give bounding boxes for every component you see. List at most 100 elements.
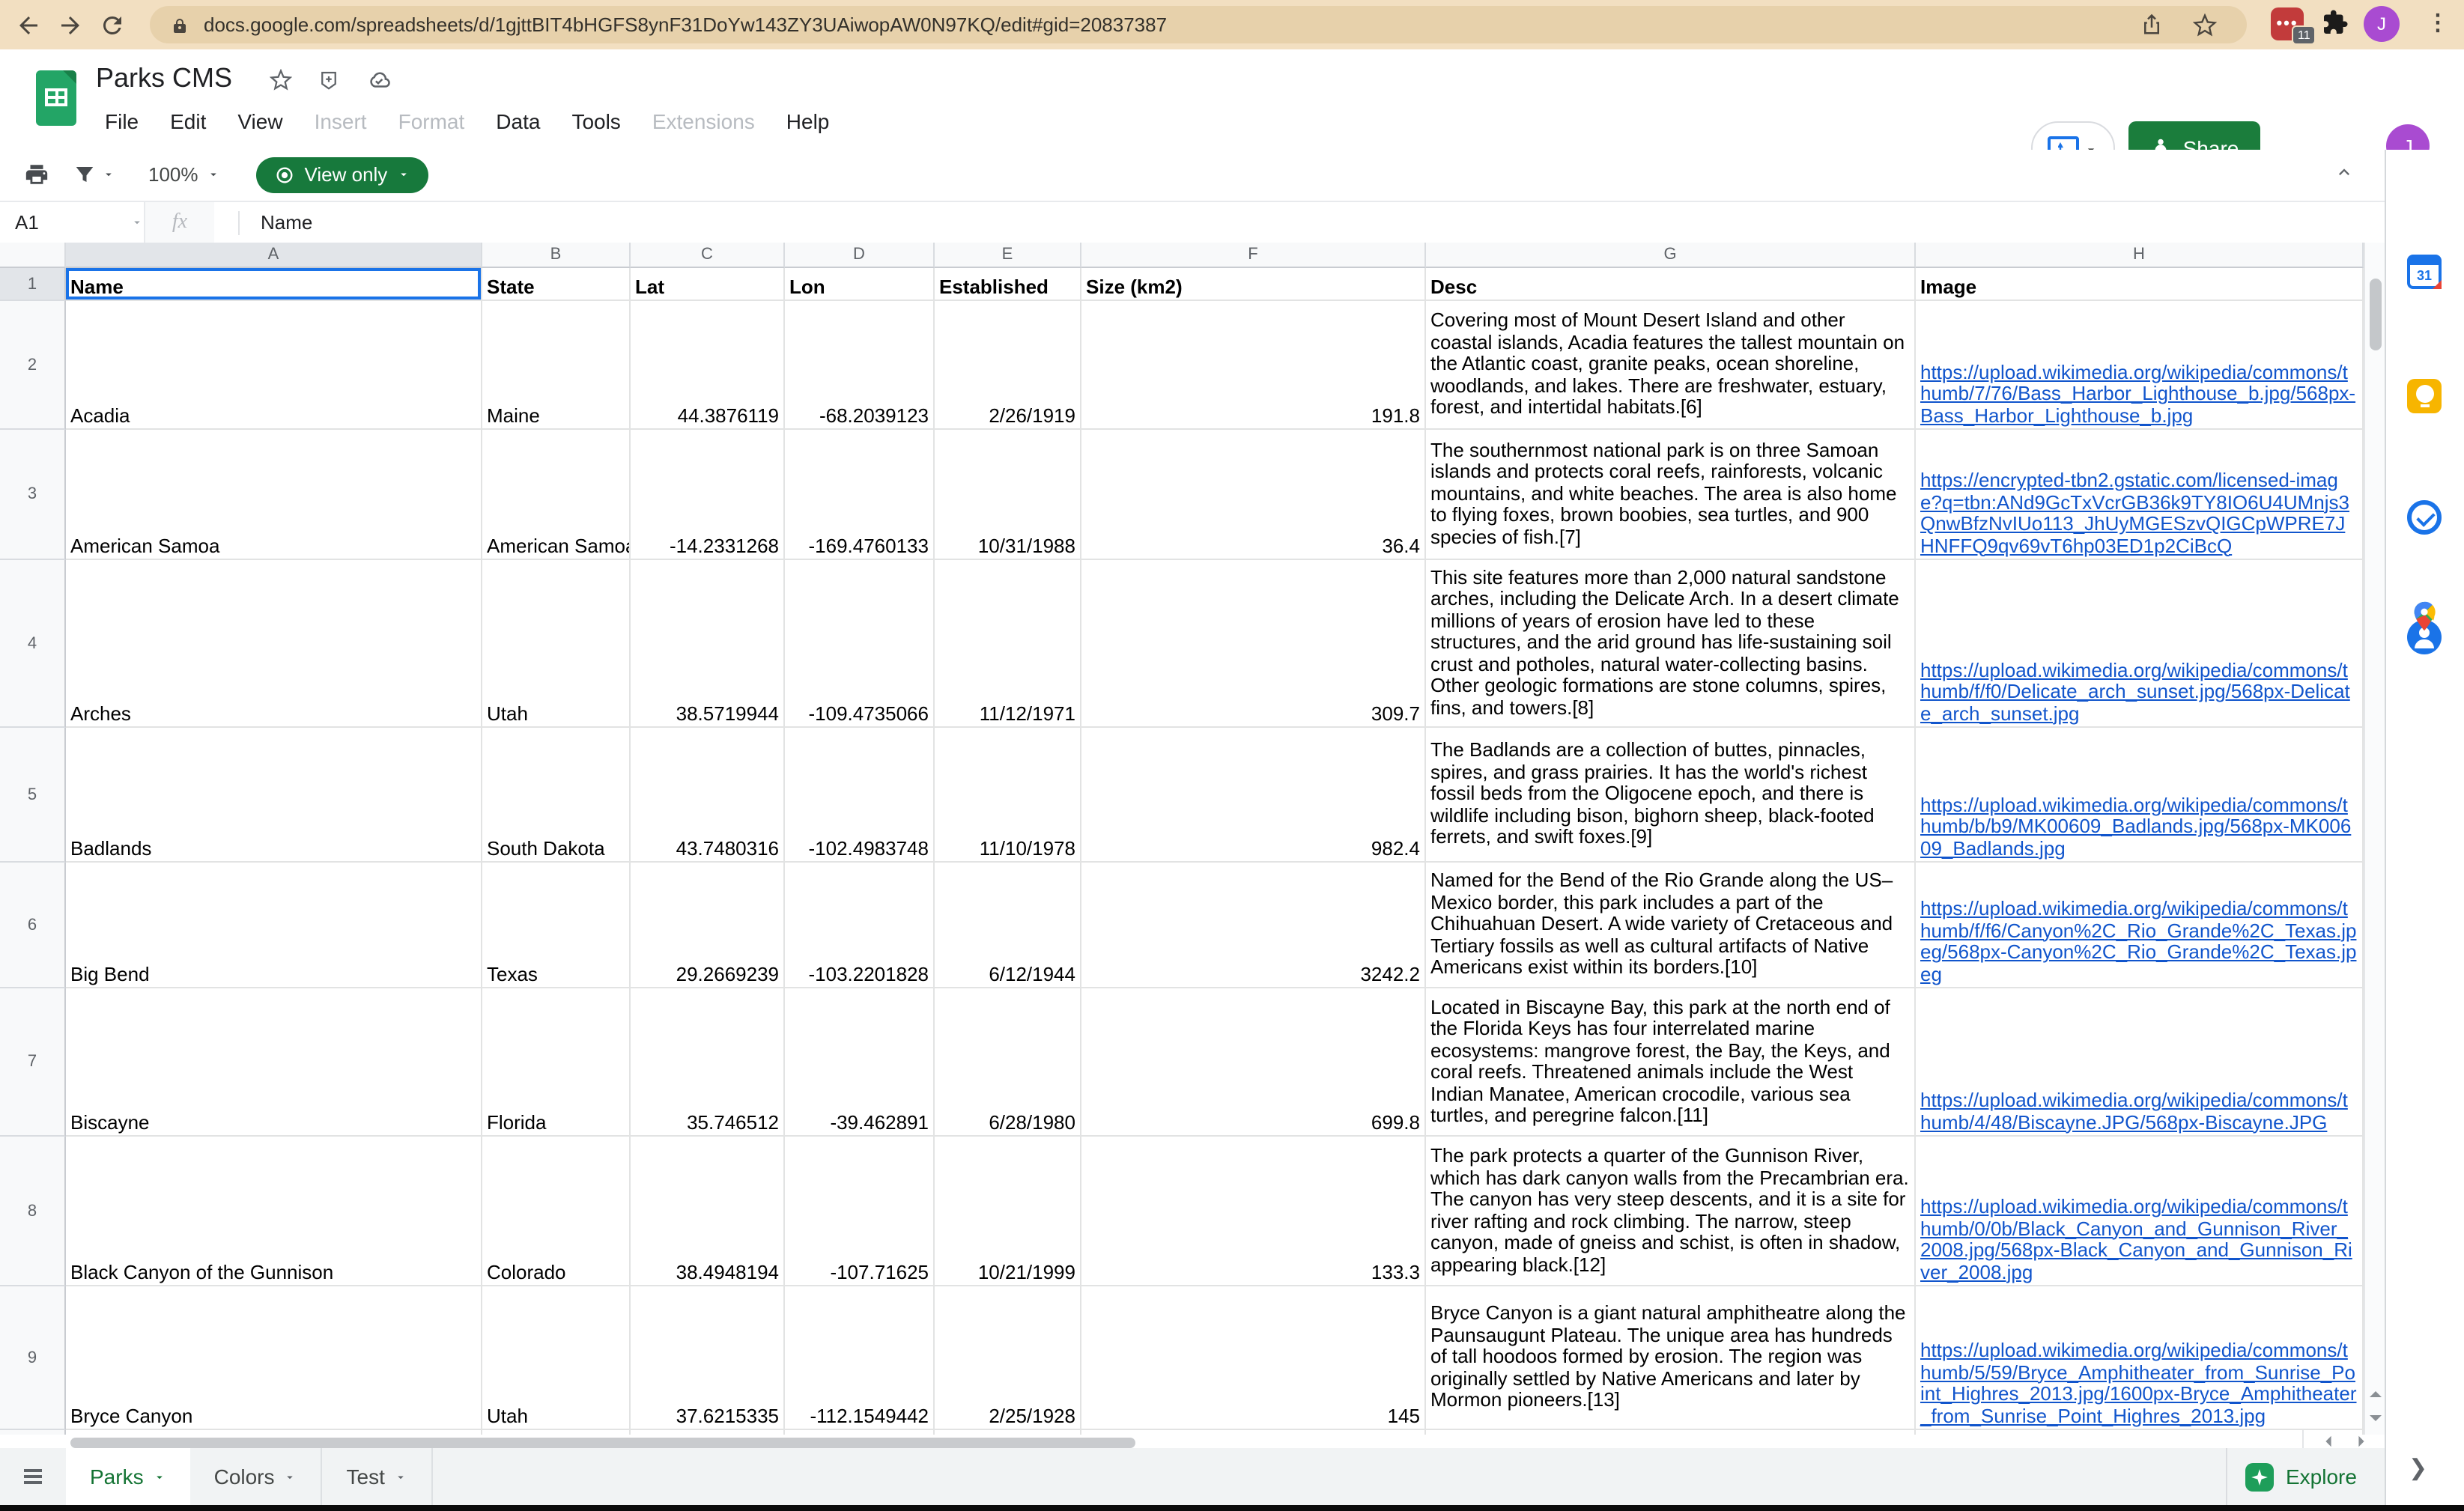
name-box[interactable]: A1 <box>0 211 144 234</box>
horizontal-scrollbar-thumb[interactable] <box>70 1437 1135 1447</box>
cell-H1[interactable]: Image <box>1916 268 2364 301</box>
scroll-right-icon[interactable] <box>2354 1434 2367 1447</box>
column-header-F[interactable]: F <box>1081 243 1426 268</box>
column-header-B[interactable]: B <box>482 243 631 268</box>
row-header-5[interactable]: 5 <box>0 728 66 863</box>
cell-D9[interactable]: -112.1549442 <box>785 1286 935 1430</box>
cell-B2[interactable]: Maine <box>482 301 631 430</box>
cell-G7[interactable]: Located in Biscayne Bay, this park at th… <box>1426 988 1916 1137</box>
cell-H5[interactable]: https://upload.wikimedia.org/wikipedia/c… <box>1916 728 2364 863</box>
cell-D4[interactable]: -109.4735066 <box>785 560 935 728</box>
cell-E5[interactable]: 11/10/1978 <box>935 728 1081 863</box>
panel-expand-icon[interactable]: ❯ <box>2409 1454 2427 1481</box>
cell-H4[interactable]: https://upload.wikimedia.org/wikipedia/c… <box>1916 560 2364 728</box>
cell-A6[interactable]: Big Bend <box>66 863 482 988</box>
cell-G3[interactable]: The southernmost national park is on thr… <box>1426 430 1916 560</box>
cell-B3[interactable]: American Samoa <box>482 430 631 560</box>
cell-B1[interactable]: State <box>482 268 631 301</box>
column-header-G[interactable]: G <box>1426 243 1916 268</box>
cell-A2[interactable]: Acadia <box>66 301 482 430</box>
scroll-down-icon[interactable] <box>2368 1411 2383 1426</box>
menu-edit[interactable]: Edit <box>158 105 218 138</box>
column-header-A[interactable]: A <box>66 243 482 268</box>
cell-H2[interactable]: https://upload.wikimedia.org/wikipedia/c… <box>1916 301 2364 430</box>
menu-file[interactable]: File <box>93 105 151 138</box>
cell-B7[interactable]: Florida <box>482 988 631 1137</box>
select-all-corner[interactable] <box>0 243 66 268</box>
cell-D3[interactable]: -169.4760133 <box>785 430 935 560</box>
image-link[interactable]: https://upload.wikimedia.org/wikipedia/c… <box>1920 794 2358 860</box>
reload-icon[interactable] <box>99 11 126 38</box>
cell-A5[interactable]: Badlands <box>66 728 482 863</box>
cell-G5[interactable]: The Badlands are a collection of buttes,… <box>1426 728 1916 863</box>
keep-icon[interactable] <box>2407 379 2442 413</box>
menu-tools[interactable]: Tools <box>559 105 632 138</box>
filter-chevron-icon[interactable] <box>102 168 115 181</box>
tab-colors[interactable]: Colors <box>190 1448 323 1505</box>
cell-C3[interactable]: -14.2331268 <box>631 430 785 560</box>
url-bar[interactable]: docs.google.com/spreadsheets/d/1gjttBIT4… <box>150 6 2247 43</box>
view-only-button[interactable]: View only <box>257 156 428 192</box>
drive-shortcut-icon[interactable] <box>318 69 340 91</box>
cell-G1[interactable]: Desc <box>1426 268 1916 301</box>
cell-C5[interactable]: 43.7480316 <box>631 728 785 863</box>
cell-B4[interactable]: Utah <box>482 560 631 728</box>
filter-icon[interactable] <box>73 163 96 186</box>
browser-avatar[interactable]: J <box>2364 6 2400 42</box>
cell-F2[interactable]: 191.8 <box>1081 301 1426 430</box>
star-document-icon[interactable] <box>270 69 292 91</box>
cloud-saved-icon[interactable] <box>365 69 388 91</box>
image-link[interactable]: https://upload.wikimedia.org/wikipedia/c… <box>1920 899 2358 985</box>
cell-B9[interactable]: Utah <box>482 1286 631 1430</box>
cell-H3[interactable]: https://encrypted-tbn2.gstatic.com/licen… <box>1916 430 2364 560</box>
cell-A7[interactable]: Biscayne <box>66 988 482 1137</box>
cell-A9[interactable]: Bryce Canyon <box>66 1286 482 1430</box>
cell-H9[interactable]: https://upload.wikimedia.org/wikipedia/c… <box>1916 1286 2364 1430</box>
cell-D6[interactable]: -103.2201828 <box>785 863 935 988</box>
row-header-2[interactable]: 2 <box>0 301 66 430</box>
cell-D8[interactable]: -107.71625 <box>785 1137 935 1286</box>
print-icon[interactable] <box>24 162 49 187</box>
menu-help[interactable]: Help <box>774 105 842 138</box>
cell-D5[interactable]: -102.4983748 <box>785 728 935 863</box>
vertical-scrollbar-thumb[interactable] <box>2370 279 2382 350</box>
cell-E6[interactable]: 6/12/1944 <box>935 863 1081 988</box>
page-share-icon[interactable] <box>2140 6 2163 43</box>
cell-A1[interactable]: Name <box>66 268 482 301</box>
cell-H8[interactable]: https://upload.wikimedia.org/wikipedia/c… <box>1916 1137 2364 1286</box>
cell-A8[interactable]: Black Canyon of the Gunnison <box>66 1137 482 1286</box>
cell-C4[interactable]: 38.5719944 <box>631 560 785 728</box>
cell-F3[interactable]: 36.4 <box>1081 430 1426 560</box>
row-header-3[interactable]: 3 <box>0 430 66 560</box>
sheets-logo-icon[interactable] <box>36 70 76 126</box>
cell-A4[interactable]: Arches <box>66 560 482 728</box>
cell-D1[interactable]: Lon <box>785 268 935 301</box>
cell-E2[interactable]: 2/26/1919 <box>935 301 1081 430</box>
menu-view[interactable]: View <box>225 105 294 138</box>
cell-C6[interactable]: 29.2669239 <box>631 863 785 988</box>
image-link[interactable]: https://upload.wikimedia.org/wikipedia/c… <box>1920 1197 2358 1283</box>
back-icon[interactable] <box>15 11 42 38</box>
cell-C8[interactable]: 38.4948194 <box>631 1137 785 1286</box>
cell-C9[interactable]: 37.6215335 <box>631 1286 785 1430</box>
menu-data[interactable]: Data <box>484 105 552 138</box>
image-link[interactable]: https://upload.wikimedia.org/wikipedia/c… <box>1920 362 2358 427</box>
tab-test[interactable]: Test <box>323 1448 433 1505</box>
cell-F6[interactable]: 3242.2 <box>1081 863 1426 988</box>
cell-G2[interactable]: Covering most of Mount Desert Island and… <box>1426 301 1916 430</box>
image-link[interactable]: https://upload.wikimedia.org/wikipedia/c… <box>1920 1340 2358 1427</box>
row-header-7[interactable]: 7 <box>0 988 66 1137</box>
cell-H7[interactable]: https://upload.wikimedia.org/wikipedia/c… <box>1916 988 2364 1137</box>
zoom-control[interactable]: 100% <box>148 163 221 186</box>
cell-B6[interactable]: Texas <box>482 863 631 988</box>
tasks-icon[interactable] <box>2407 500 2442 535</box>
image-link[interactable]: https://upload.wikimedia.org/wikipedia/c… <box>1920 660 2358 725</box>
row-header-9[interactable]: 9 <box>0 1286 66 1430</box>
explore-button[interactable]: Explore <box>2226 1448 2386 1505</box>
scroll-up-icon[interactable] <box>2368 1387 2383 1402</box>
cell-D2[interactable]: -68.2039123 <box>785 301 935 430</box>
formula-input[interactable]: Name <box>238 210 312 234</box>
bookmark-star-icon[interactable] <box>2193 6 2217 43</box>
cell-F5[interactable]: 982.4 <box>1081 728 1426 863</box>
tab-parks[interactable]: Parks <box>66 1448 190 1505</box>
